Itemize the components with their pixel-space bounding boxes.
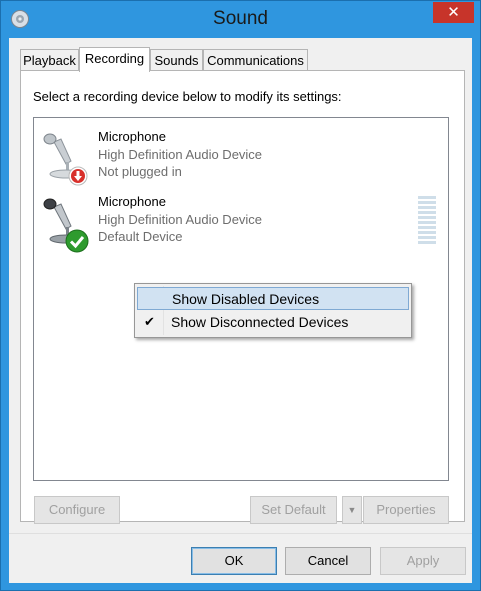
- configure-button[interactable]: Configure: [34, 496, 120, 524]
- instruction-text: Select a recording device below to modif…: [33, 89, 342, 104]
- device-name: Microphone: [98, 194, 166, 209]
- set-default-button[interactable]: Set Default: [250, 496, 337, 524]
- tab-recording[interactable]: Recording: [79, 47, 150, 72]
- checkmark-icon: ✔: [144, 314, 155, 329]
- menu-item-show-disconnected-devices[interactable]: ✔ Show Disconnected Devices: [137, 311, 409, 334]
- default-check-badge-icon: [65, 229, 89, 253]
- cancel-button[interactable]: Cancel: [285, 547, 371, 575]
- apply-button[interactable]: Apply: [380, 547, 466, 575]
- tab-sounds[interactable]: Sounds: [150, 49, 203, 71]
- window-title: Sound: [213, 8, 268, 29]
- device-status: Default Device: [98, 229, 183, 244]
- device-row-microphone-unplugged[interactable]: Microphone High Definition Audio Device …: [34, 124, 448, 186]
- device-row-microphone-default[interactable]: Microphone High Definition Audio Device …: [34, 189, 448, 253]
- menu-item-label: Show Disconnected Devices: [171, 314, 349, 330]
- device-list-context-menu: Show Disabled Devices ✔ Show Disconnecte…: [134, 283, 412, 338]
- close-button[interactable]: ✕: [433, 2, 474, 23]
- audio-level-meter: [418, 196, 436, 248]
- tab-communications[interactable]: Communications: [203, 49, 308, 71]
- properties-button[interactable]: Properties: [363, 496, 449, 524]
- tab-playback[interactable]: Playback: [20, 49, 79, 71]
- unplugged-badge-icon: [68, 166, 88, 186]
- set-default-dropdown-arrow-icon[interactable]: ▼: [342, 496, 362, 524]
- dialog-button-bar: OK Cancel Apply: [9, 533, 472, 583]
- title-bar[interactable]: Sound ✕: [1, 1, 480, 38]
- menu-item-show-disabled-devices[interactable]: Show Disabled Devices: [137, 287, 409, 310]
- device-description: High Definition Audio Device: [98, 147, 263, 162]
- device-name: Microphone: [98, 129, 166, 144]
- device-status: Not plugged in: [98, 164, 182, 179]
- menu-item-label: Show Disabled Devices: [172, 291, 320, 307]
- ok-button[interactable]: OK: [191, 547, 277, 575]
- device-description: High Definition Audio Device: [98, 212, 263, 227]
